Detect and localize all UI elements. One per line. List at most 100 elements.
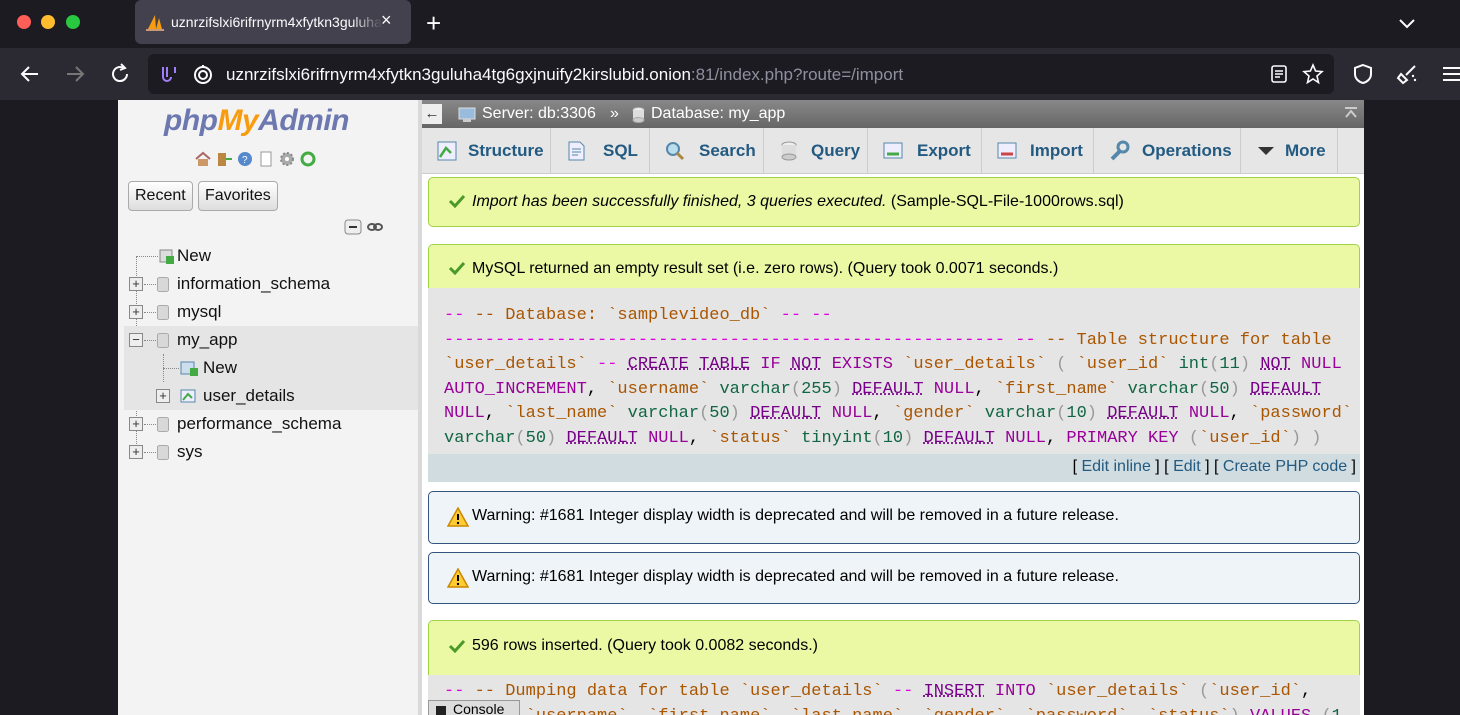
- warning-message: Warning: #1681 Integer display width is …: [428, 491, 1360, 544]
- browser-tab[interactable]: uznrzifslxi6rifrnyrm4xfytkn3guluha4tg6gx…: [135, 0, 411, 44]
- browser-titlebar: uznrzifslxi6rifrnyrm4xfytkn3guluha4tg6gx…: [0, 0, 1460, 48]
- onion-lock-icon[interactable]: [192, 63, 214, 85]
- tab-operations[interactable]: Operations: [1094, 128, 1241, 174]
- tree-item-sys[interactable]: + sys: [124, 438, 418, 466]
- tab-import[interactable]: Import: [982, 128, 1094, 174]
- import-success-message: Import has been successfully finished, 3…: [428, 177, 1360, 227]
- expand-icon[interactable]: +: [129, 277, 143, 291]
- database-icon: [157, 445, 169, 460]
- wrench-icon: [1108, 140, 1130, 162]
- tab-search[interactable]: Search: [650, 128, 764, 174]
- phpmyadmin-logo[interactable]: phpMyAdmin: [164, 104, 349, 138]
- breadcrumb-server[interactable]: Server: db:3306: [482, 105, 596, 123]
- tree-item-information-schema[interactable]: + information_schema: [124, 270, 418, 298]
- chevron-down-icon[interactable]: [1396, 12, 1418, 34]
- shield-icon[interactable]: [1351, 62, 1375, 86]
- tree-item-mysql[interactable]: + mysql: [124, 298, 418, 326]
- documentation-icon[interactable]: [257, 150, 275, 168]
- close-tab-icon[interactable]: ×: [381, 10, 392, 31]
- reload-navigation-icon[interactable]: [299, 150, 317, 168]
- rows-inserted-message: 596 rows inserted. (Query took 0.0082 se…: [428, 620, 1360, 676]
- edit-link[interactable]: Edit: [1173, 458, 1201, 475]
- minimize-window-button[interactable]: [41, 15, 55, 29]
- page-content: phpMyAdmin ? Recent Favorites New + info…: [118, 100, 1364, 715]
- create-php-code-link[interactable]: Create PHP code: [1223, 458, 1347, 475]
- logout-icon[interactable]: [215, 150, 233, 168]
- maximize-window-button[interactable]: [66, 15, 80, 29]
- scroll-to-top-icon[interactable]: [1344, 106, 1358, 120]
- main-panel: ← Server: db:3306 » Database: my_app Str…: [422, 100, 1364, 715]
- console-icon: [436, 706, 446, 715]
- console-toggle[interactable]: Console: [428, 700, 520, 715]
- database-icon: [157, 417, 169, 432]
- help-icon[interactable]: ?: [236, 150, 254, 168]
- collapse-icon[interactable]: −: [129, 333, 143, 347]
- tab-export[interactable]: Export: [868, 128, 982, 174]
- address-bar[interactable]: uznrzifslxi6rifrnyrm4xfytkn3guluha4tg6gx…: [148, 54, 1334, 94]
- new-database-icon: [158, 248, 174, 264]
- breadcrumb: ← Server: db:3306 » Database: my_app: [422, 100, 1364, 128]
- import-icon: [996, 140, 1018, 162]
- expand-icon[interactable]: +: [129, 305, 143, 319]
- database-icon: [157, 333, 169, 348]
- sql-document-icon: [565, 140, 587, 162]
- query-database-icon: [778, 140, 800, 162]
- tree-item-user-details[interactable]: + user_details: [124, 382, 418, 410]
- sql-query-display: -- -- Database: `samplevideo_db` -- -- -…: [428, 288, 1360, 454]
- settings-gear-icon[interactable]: [278, 150, 296, 168]
- edit-inline-link[interactable]: Edit inline: [1081, 458, 1150, 475]
- warning-message: Warning: #1681 Integer display width is …: [428, 552, 1360, 604]
- reader-view-icon[interactable]: [1268, 63, 1290, 85]
- hamburger-menu-icon[interactable]: [1440, 62, 1460, 86]
- new-identity-broom-icon[interactable]: [1395, 62, 1419, 86]
- recent-tables-button[interactable]: Recent: [128, 181, 193, 211]
- svg-text:?: ?: [242, 155, 248, 166]
- database-icon: [157, 305, 169, 320]
- breadcrumb-database[interactable]: Database: my_app: [651, 105, 785, 123]
- new-tab-button[interactable]: +: [426, 8, 441, 39]
- breadcrumb-separator: »: [610, 105, 619, 123]
- reload-icon[interactable]: [108, 62, 132, 86]
- structure-icon: [436, 140, 458, 162]
- expand-icon[interactable]: +: [129, 445, 143, 459]
- database-tree: New + information_schema + mysql − my_ap…: [124, 242, 418, 466]
- bookmark-star-icon[interactable]: [1302, 63, 1324, 85]
- tree-item-my-app-new[interactable]: New: [124, 354, 418, 382]
- table-structure-icon[interactable]: [180, 388, 198, 404]
- home-icon[interactable]: [194, 150, 212, 168]
- tab-query[interactable]: Query: [764, 128, 868, 174]
- warning-triangle-icon: [447, 507, 469, 527]
- sql-insert-display: -- -- Dumping data for table `user_detai…: [428, 675, 1360, 715]
- sailboat-icon: [145, 13, 165, 31]
- tab-sql[interactable]: SQL: [551, 128, 650, 174]
- favorite-tables-button[interactable]: Favorites: [198, 181, 278, 211]
- search-icon: [664, 140, 686, 162]
- triangle-down-icon: [1255, 140, 1277, 162]
- close-window-button[interactable]: [17, 15, 31, 29]
- expand-icon[interactable]: +: [156, 389, 170, 403]
- tree-item-my-app[interactable]: − my_app: [124, 326, 418, 354]
- quick-links: ?: [194, 150, 317, 168]
- expand-icon[interactable]: +: [129, 417, 143, 431]
- forward-arrow-icon[interactable]: [63, 62, 87, 86]
- link-icon[interactable]: [366, 219, 384, 235]
- tor-circuit-icon[interactable]: [158, 63, 180, 85]
- navigation-sidebar: phpMyAdmin ? Recent Favorites New + info…: [118, 100, 418, 715]
- tree-item-performance-schema[interactable]: + performance_schema: [124, 410, 418, 438]
- checkmark-icon: [448, 194, 466, 208]
- browser-toolbar: uznrzifslxi6rifrnyrm4xfytkn3guluha4tg6gx…: [0, 48, 1460, 100]
- collapse-all-icon[interactable]: [344, 219, 362, 235]
- collapse-sidebar-arrow-icon[interactable]: ←: [422, 104, 442, 124]
- sql-actions-bar: [ Edit inline ] [ Edit ] [ Create PHP co…: [428, 454, 1360, 482]
- checkmark-icon: [448, 261, 466, 275]
- tree-controls: [344, 219, 384, 235]
- url-text: uznrzifslxi6rifrnyrm4xfytkn3guluha4tg6gx…: [226, 65, 903, 85]
- tree-item-new[interactable]: New: [124, 242, 418, 270]
- export-icon: [882, 140, 904, 162]
- back-arrow-icon[interactable]: [18, 62, 42, 86]
- tab-structure[interactable]: Structure: [422, 128, 551, 174]
- new-table-icon: [180, 360, 198, 376]
- tab-title: uznrzifslxi6rifrnyrm4xfytkn3guluha4tg6gx…: [171, 14, 383, 32]
- tab-more[interactable]: More: [1241, 128, 1338, 174]
- server-icon: [458, 107, 476, 122]
